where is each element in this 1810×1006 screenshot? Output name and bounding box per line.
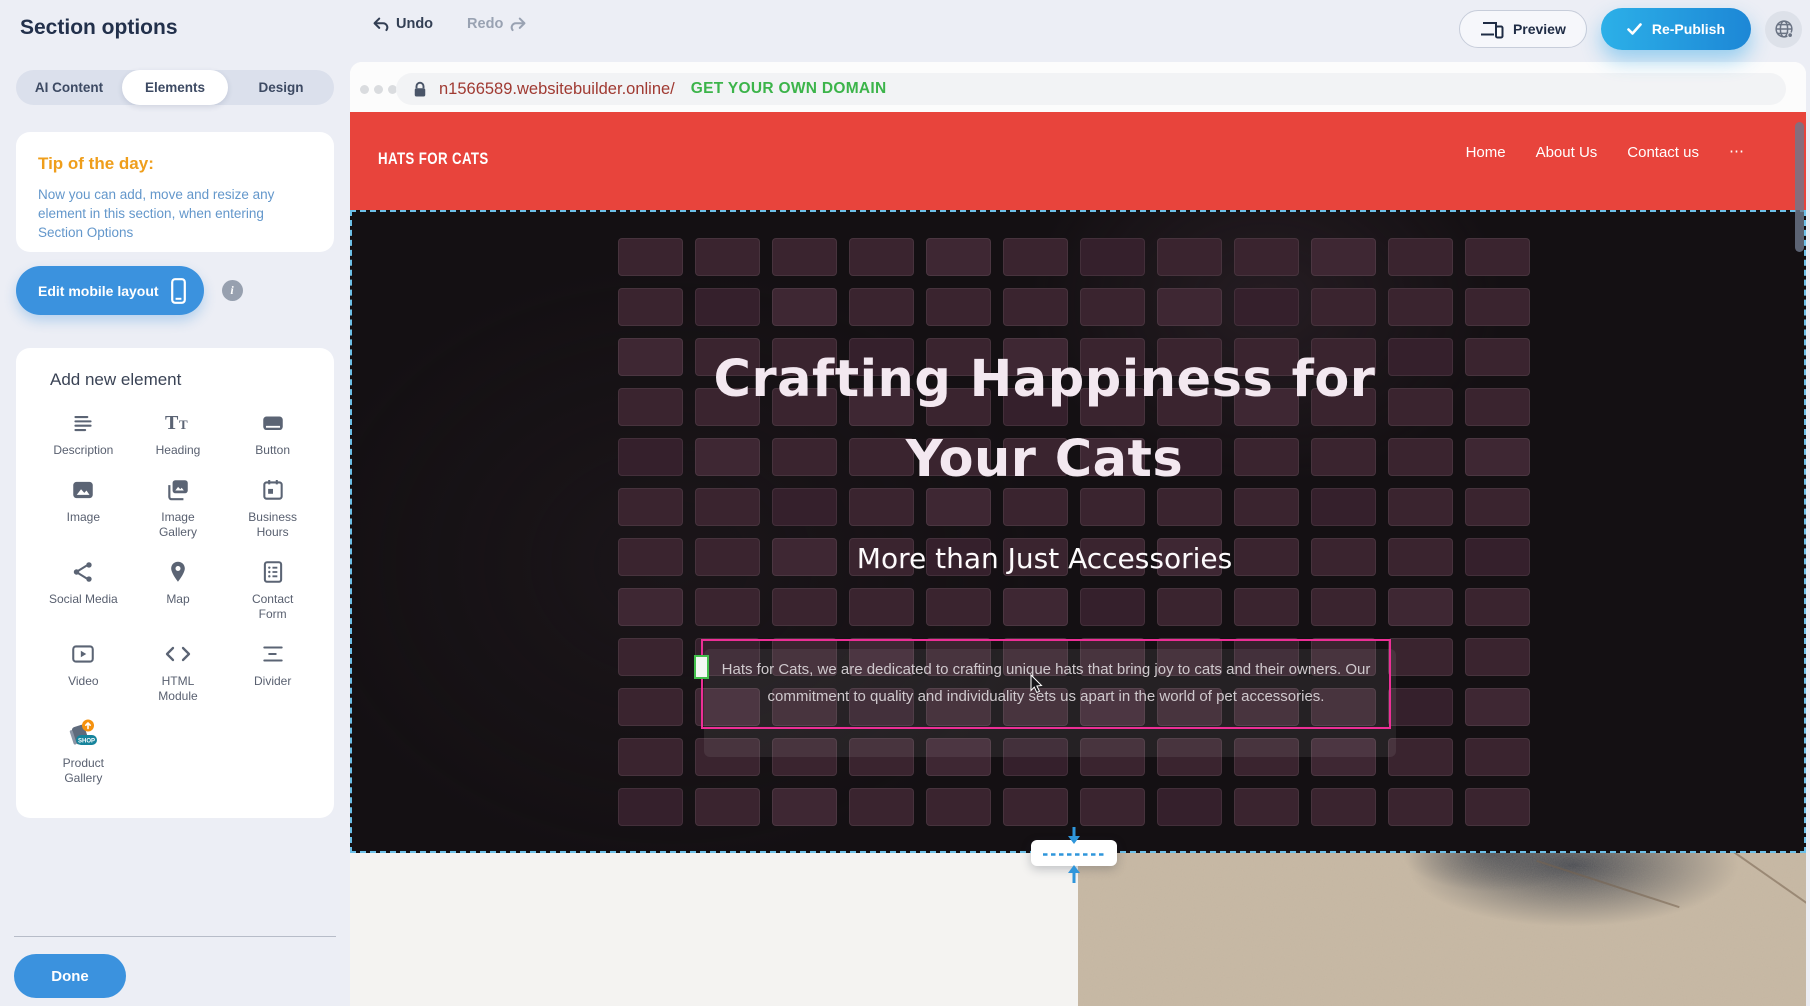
element-description[interactable]: Description — [36, 408, 131, 458]
element-business-hours[interactable]: Business Hours — [225, 475, 320, 540]
add-element-title: Add new element — [50, 370, 320, 390]
element-divider[interactable]: Divider — [225, 639, 320, 704]
site-logo[interactable]: HATS FOR CATS — [378, 149, 489, 169]
business-hours-icon — [260, 475, 286, 505]
section-resize-handle[interactable] — [1031, 840, 1117, 866]
social-media-icon — [70, 557, 96, 587]
svg-text:T: T — [179, 417, 188, 432]
redo-icon — [510, 17, 527, 32]
done-button[interactable]: Done — [14, 954, 126, 998]
element-image-gallery[interactable]: Image Gallery — [131, 475, 226, 540]
get-domain-link[interactable]: GET YOUR OWN DOMAIN — [691, 80, 887, 98]
site-nav: Home About Us Contact us ⋯ — [1466, 144, 1744, 161]
address-bar[interactable]: n1566589.websitebuilder.online/ GET YOUR… — [396, 73, 1786, 105]
add-element-panel: Add new element Description TT Heading B… — [16, 348, 334, 818]
tip-body: Now you can add, move and resize any ele… — [38, 185, 312, 242]
redo-label: Redo — [467, 16, 503, 32]
tab-design[interactable]: Design — [228, 70, 334, 105]
panel-divider — [14, 936, 336, 937]
tip-title: Tip of the day: — [38, 154, 312, 174]
nav-more-icon[interactable]: ⋯ — [1729, 142, 1744, 160]
check-icon — [1627, 23, 1642, 35]
devices-icon — [1480, 20, 1504, 39]
image-icon — [70, 475, 96, 505]
section-options-panel: Section options AI Content Elements Desi… — [0, 0, 350, 1006]
history-controls: Undo Redo — [372, 16, 527, 32]
element-product-gallery[interactable]: SHOP Product Gallery — [36, 721, 131, 786]
edit-mobile-label: Edit mobile layout — [38, 283, 159, 299]
description-icon — [70, 408, 96, 438]
element-contact-form[interactable]: Contact Form — [225, 557, 320, 622]
element-social-media[interactable]: Social Media — [36, 557, 131, 622]
phone-icon — [171, 278, 186, 304]
site-header: HATS FOR CATS Home About Us Contact us ⋯ — [350, 112, 1806, 210]
preview-label: Preview — [1513, 21, 1566, 37]
lock-icon — [413, 81, 427, 98]
floor-texture — [1078, 853, 1806, 1006]
heading-icon: TT — [164, 408, 192, 438]
element-drag-handle[interactable] — [694, 655, 709, 679]
site-url: n1566589.websitebuilder.online/ — [439, 80, 675, 99]
panel-tabs: AI Content Elements Design — [16, 70, 334, 105]
selected-text-element[interactable]: Hats for Cats, we are dedicated to craft… — [701, 639, 1391, 729]
element-heading[interactable]: TT Heading — [131, 408, 226, 458]
republish-label: Re-Publish — [1652, 21, 1725, 37]
element-grid: Description TT Heading Button Image Imag… — [36, 408, 320, 786]
nav-contact-us[interactable]: Contact us — [1627, 144, 1699, 161]
button-icon — [260, 408, 286, 438]
undo-label: Undo — [396, 16, 433, 32]
hero-subheading[interactable]: More than Just Accessories — [352, 542, 1737, 575]
contact-form-icon — [260, 557, 286, 587]
nav-about-us[interactable]: About Us — [1536, 144, 1598, 161]
scrollbar-thumb[interactable] — [1795, 122, 1804, 252]
element-video[interactable]: Video — [36, 639, 131, 704]
site-preview-window: n1566589.websitebuilder.online/ GET YOUR… — [350, 62, 1806, 1006]
tip-of-the-day-card: Tip of the day: Now you can add, move an… — [16, 132, 334, 252]
map-pin-icon — [165, 557, 191, 587]
hero-section[interactable]: Crafting Happiness forYour Cats More tha… — [350, 210, 1806, 853]
republish-button[interactable]: Re-Publish — [1601, 8, 1751, 50]
undo-button[interactable]: Undo — [372, 16, 433, 32]
next-section-background — [350, 853, 1078, 1006]
browser-chrome: n1566589.websitebuilder.online/ GET YOUR… — [350, 62, 1806, 112]
hero-paragraph: Hats for Cats, we are dedicated to craft… — [703, 656, 1389, 710]
divider-icon — [260, 639, 286, 669]
publish-controls: Preview Re-Publish — [1459, 8, 1802, 50]
undo-icon — [372, 17, 389, 32]
edit-mobile-layout-button[interactable]: Edit mobile layout — [16, 266, 204, 315]
element-html-module[interactable]: HTML Module — [131, 639, 226, 704]
language-globe-button[interactable] — [1765, 11, 1802, 48]
info-icon[interactable]: i — [222, 280, 243, 301]
window-dots — [360, 85, 397, 94]
page-title: Section options — [20, 16, 178, 40]
hero-heading[interactable]: Crafting Happiness forYour Cats — [352, 340, 1737, 500]
tab-ai-content[interactable]: AI Content — [16, 70, 122, 105]
video-icon — [70, 639, 96, 669]
preview-button[interactable]: Preview — [1459, 10, 1587, 48]
resize-arrows-icon — [1031, 827, 1117, 883]
element-button[interactable]: Button — [225, 408, 320, 458]
floor-photo — [1078, 853, 1806, 1006]
svg-text:T: T — [165, 412, 179, 434]
html-code-icon — [164, 639, 192, 669]
globe-icon — [1773, 18, 1795, 40]
svg-text:SHOP: SHOP — [78, 738, 95, 744]
image-gallery-icon — [165, 475, 191, 505]
product-gallery-shop-icon: SHOP — [63, 721, 103, 751]
redo-button[interactable]: Redo — [467, 16, 527, 32]
nav-home[interactable]: Home — [1466, 144, 1506, 161]
element-map[interactable]: Map — [131, 557, 226, 622]
element-image[interactable]: Image — [36, 475, 131, 540]
tab-elements[interactable]: Elements — [122, 70, 228, 105]
